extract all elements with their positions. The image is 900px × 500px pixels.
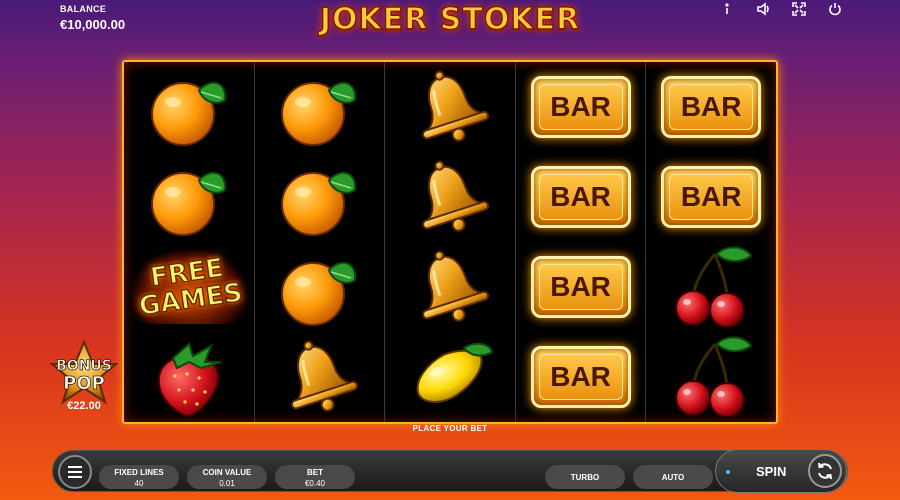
reel-cell-lemon bbox=[385, 332, 515, 422]
coin-value-value: 0.01 bbox=[219, 479, 235, 488]
spin-button[interactable]: SPIN bbox=[715, 449, 847, 493]
reel-cell-bar: BAR bbox=[646, 152, 776, 242]
strawberry-icon bbox=[157, 342, 222, 418]
bar-label: BAR bbox=[669, 84, 754, 130]
reel-cell-bell bbox=[255, 332, 385, 422]
bet-control[interactable]: BET €0.40 bbox=[275, 465, 355, 489]
bar-label: BAR bbox=[538, 174, 623, 220]
bell-icon bbox=[422, 250, 490, 322]
control-bar: FIXED LINES 40 COIN VALUE 0.01 BET €0.40… bbox=[52, 449, 848, 493]
reel-cell-bar: BAR bbox=[516, 152, 646, 242]
bar-symbol: BAR bbox=[530, 166, 631, 228]
bonus-pop-line1: BONUS bbox=[56, 358, 113, 375]
reel-cell-orange bbox=[124, 62, 254, 152]
orange-icon bbox=[281, 171, 357, 236]
reel-cell-bell bbox=[385, 152, 515, 242]
spin-indicator-dot bbox=[726, 470, 730, 474]
orange-icon bbox=[150, 81, 226, 146]
info-icon[interactable] bbox=[720, 2, 734, 16]
reel-cell-strawberry bbox=[124, 332, 254, 422]
fixed-lines-control[interactable]: FIXED LINES 40 bbox=[99, 465, 179, 489]
reel-cell-bar: BAR bbox=[516, 332, 646, 422]
reel-cell-orange bbox=[255, 242, 385, 332]
hamburger-icon bbox=[68, 466, 82, 478]
reel-cell-bar: BAR bbox=[516, 62, 646, 152]
bar-label: BAR bbox=[538, 84, 623, 130]
reel-cell-bar: BAR bbox=[646, 62, 776, 152]
spin-arrows-icon[interactable] bbox=[808, 454, 842, 488]
reel-grid: FREE GAMES BAR BAR BAR BAR BAR BAR bbox=[122, 60, 778, 424]
reel-2 bbox=[255, 62, 386, 422]
reel-3 bbox=[385, 62, 516, 422]
reel-cell-bell bbox=[385, 62, 515, 152]
bonus-pop-badge: BONUS POP €22.00 bbox=[48, 340, 120, 420]
cherry-icon bbox=[675, 336, 753, 418]
fixed-lines-label: FIXED LINES bbox=[114, 468, 164, 477]
spin-label: SPIN bbox=[756, 464, 787, 479]
auto-button[interactable]: AUTO bbox=[633, 465, 713, 489]
bell-icon bbox=[422, 70, 490, 142]
reel-cell-cherry bbox=[646, 332, 776, 422]
cherry-icon bbox=[675, 246, 753, 328]
lemon-icon bbox=[416, 342, 494, 403]
coin-value-control[interactable]: COIN VALUE 0.01 bbox=[187, 465, 267, 489]
power-icon[interactable] bbox=[828, 2, 842, 16]
reel-5: BAR BAR bbox=[646, 62, 776, 422]
reel-cell-bar: BAR bbox=[516, 242, 646, 332]
bonus-pop-line2: POP bbox=[63, 373, 105, 395]
bell-icon bbox=[291, 340, 359, 412]
bet-label: BET bbox=[307, 468, 323, 477]
reel-cell-orange bbox=[124, 152, 254, 242]
top-icon-bar bbox=[720, 2, 842, 16]
turbo-button[interactable]: TURBO bbox=[545, 465, 625, 489]
orange-icon bbox=[281, 261, 357, 326]
place-bet-label: PLACE YOUR BET bbox=[412, 424, 488, 433]
reel-cell-orange bbox=[255, 152, 385, 242]
orange-icon bbox=[150, 171, 226, 236]
bar-symbol: BAR bbox=[661, 166, 762, 228]
bonus-pop-amount: €22.00 bbox=[67, 400, 101, 412]
sound-icon[interactable] bbox=[756, 2, 770, 16]
bar-symbol: BAR bbox=[530, 256, 631, 318]
reel-1: FREE GAMES bbox=[124, 62, 255, 422]
bar-label: BAR bbox=[538, 354, 623, 400]
coin-value-label: COIN VALUE bbox=[202, 468, 252, 477]
orange-icon bbox=[281, 81, 357, 146]
reel-cell-orange bbox=[255, 62, 385, 152]
bar-label: BAR bbox=[669, 174, 754, 220]
bar-label: BAR bbox=[538, 264, 623, 310]
reel-4: BAR BAR BAR BAR bbox=[516, 62, 647, 422]
bar-symbol: BAR bbox=[530, 346, 631, 408]
fixed-lines-value: 40 bbox=[134, 479, 144, 488]
reel-cell-free-games: FREE GAMES bbox=[124, 242, 254, 332]
fullscreen-icon[interactable] bbox=[792, 2, 806, 16]
bar-symbol: BAR bbox=[530, 76, 631, 138]
reel-cell-cherry bbox=[646, 242, 776, 332]
menu-button[interactable] bbox=[58, 455, 92, 489]
bar-symbol: BAR bbox=[661, 76, 762, 138]
reel-cell-bell bbox=[385, 242, 515, 332]
bell-icon bbox=[422, 160, 490, 232]
bet-value: €0.40 bbox=[304, 479, 326, 488]
